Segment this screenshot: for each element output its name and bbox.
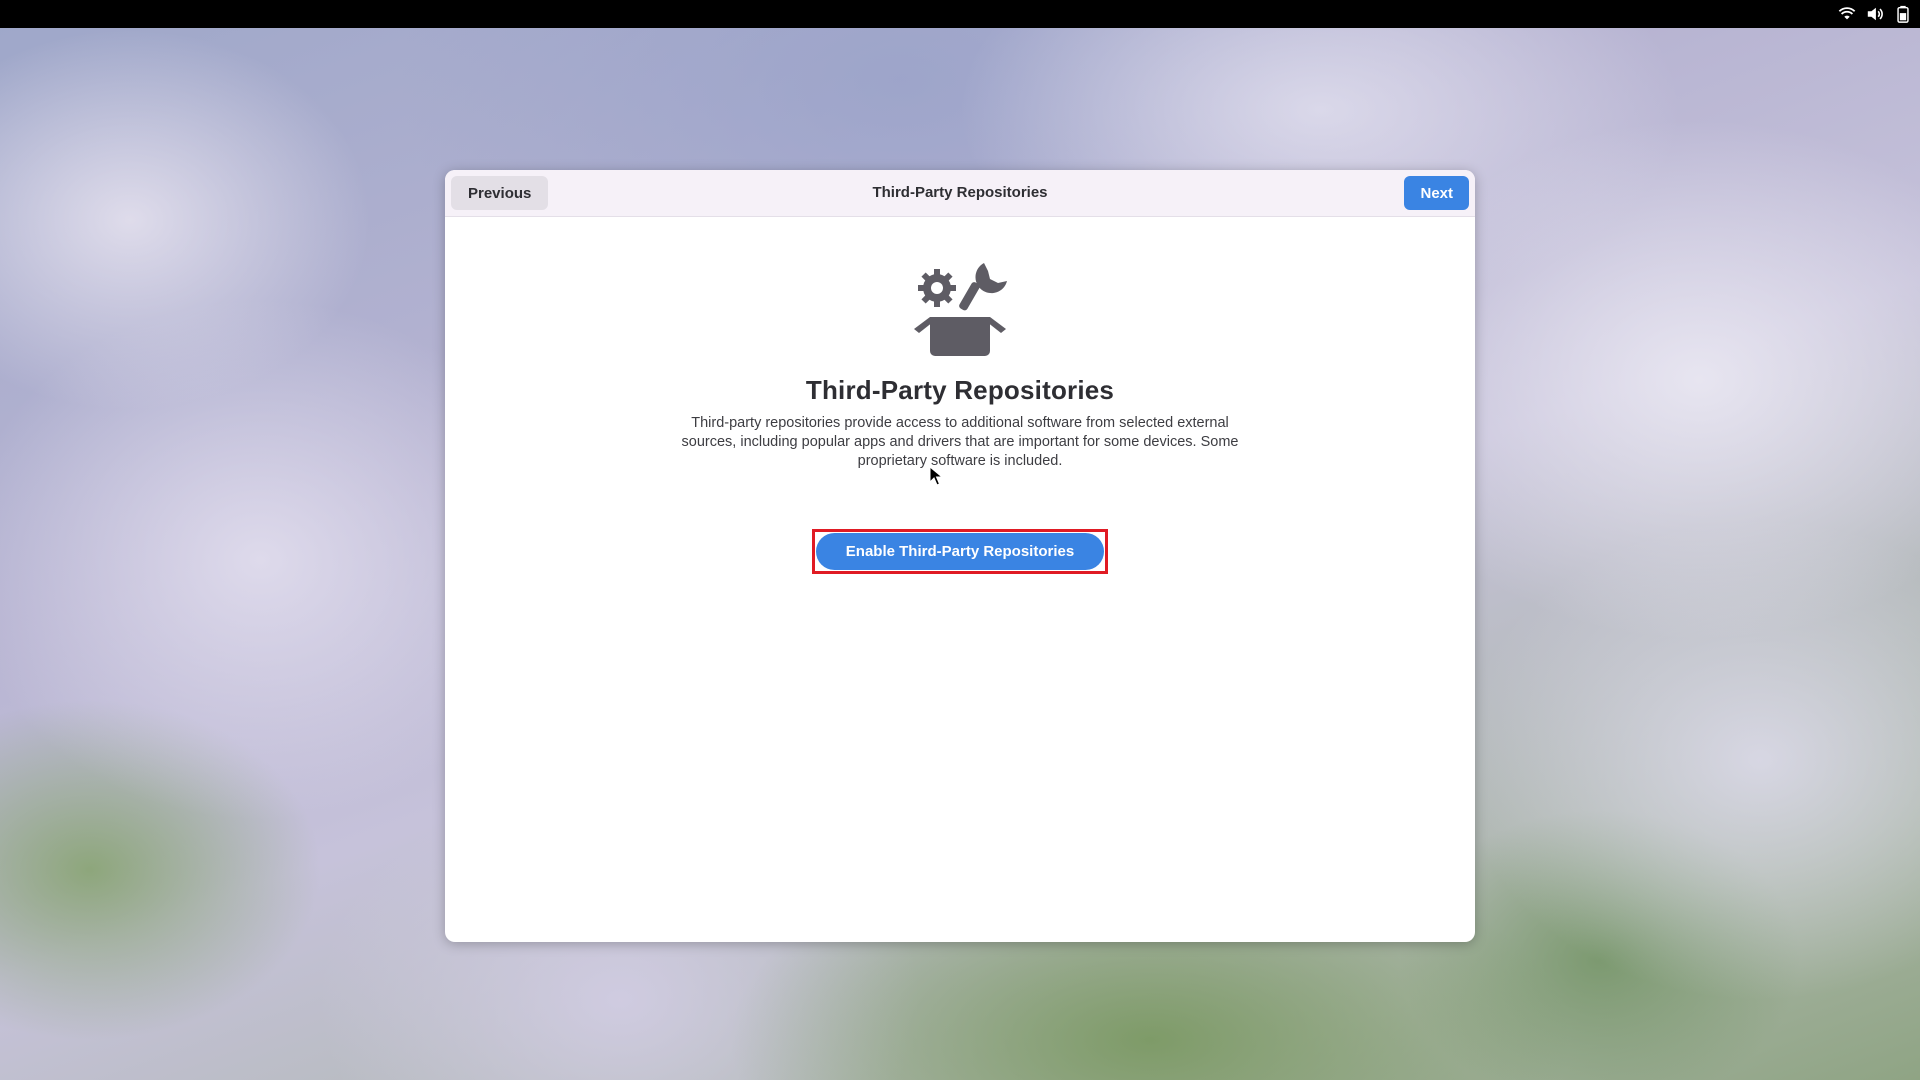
battery-icon	[1897, 5, 1909, 23]
setup-dialog: Previous Third-Party Repositories Next T…	[445, 170, 1475, 942]
highlight-box: Enable Third-Party Repositories	[811, 529, 1109, 574]
page-content: Third-Party Repositories Third-party rep…	[445, 259, 1475, 574]
top-bar	[0, 0, 1920, 28]
volume-icon	[1867, 7, 1883, 21]
previous-button[interactable]: Previous	[451, 176, 549, 210]
next-button[interactable]: Next	[1404, 176, 1469, 210]
page-description: Third-party repositories provide access …	[681, 415, 1239, 469]
wifi-icon	[1838, 7, 1856, 20]
page-title: Third-Party Repositories	[805, 375, 1115, 405]
software-tools-box-icon	[914, 263, 1007, 356]
mouse-pointer-icon	[929, 466, 943, 486]
header-title: Third-Party Repositories	[872, 184, 1048, 201]
system-tray[interactable]	[1838, 0, 1912, 28]
enable-repositories-button[interactable]: Enable Third-Party Repositories	[815, 533, 1105, 570]
header-bar: Previous Third-Party Repositories Next	[445, 170, 1475, 217]
